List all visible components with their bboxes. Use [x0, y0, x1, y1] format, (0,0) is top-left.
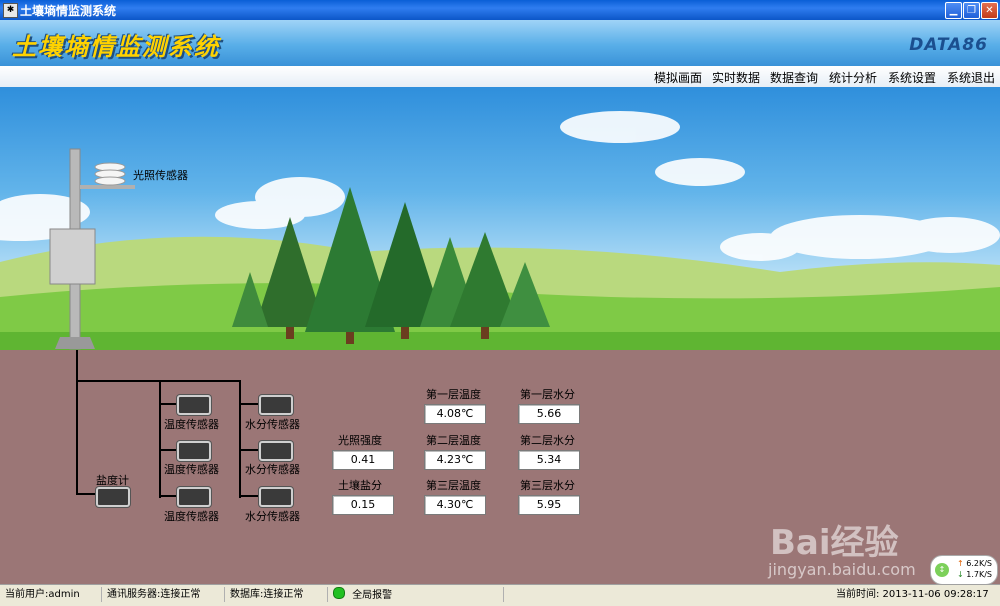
moisture-sensor-3-label: 水分传感器: [245, 510, 300, 523]
wire-moisture-3: [239, 495, 259, 497]
window-titlebar: ✱ 土壤墒情监测系统 ▁ ❐ ✕: [0, 0, 1000, 20]
soil-salinity-label: 土壤盐分: [338, 479, 382, 492]
download-speed-value: 1.7K/S: [966, 570, 992, 579]
menu-settings[interactable]: 系统设置: [888, 69, 936, 86]
moisture-layer-1-label: 第一层水分: [520, 388, 575, 401]
status-user: 当前用户:admin: [2, 587, 102, 602]
moisture-layer-2-label: 第二层水分: [520, 434, 575, 447]
moisture-sensor-3-device: [259, 487, 293, 507]
moisture-sensor-1-label: 水分传感器: [245, 418, 300, 431]
status-comm-server: 通讯服务器:连接正常: [104, 587, 225, 602]
wire-moisture-column: [239, 380, 241, 498]
wire-moisture-2: [239, 449, 259, 451]
temp-layer-2-value: 4.23℃: [424, 450, 486, 470]
status-time: 当前时间: 2013-11-06 09:28:17: [836, 589, 989, 600]
minimize-button[interactable]: ▁: [945, 2, 962, 19]
menu-bar: 模拟画面 实时数据 数据查询 统计分析 系统设置 系统退出: [0, 66, 1000, 88]
landscape-scene: 光照传感器: [0, 87, 1000, 350]
baidu-watermark-url: jingyan.baidu.com: [768, 560, 916, 579]
salinity-meter-label: 盐度计: [96, 474, 129, 487]
wire-temp-1: [159, 403, 177, 405]
app-title: 土壤墒情监测系统: [12, 33, 220, 61]
light-intensity-value: 0.41: [332, 450, 394, 470]
moisture-layer-1-value: 5.66: [518, 404, 580, 424]
alarm-indicator-icon: [333, 587, 345, 599]
moisture-sensor-1-device: [259, 395, 293, 415]
menu-statistics[interactable]: 统计分析: [829, 69, 877, 86]
network-speed-badge: ↕ ↑ 6.2K/S ↓ 1.7K/S: [930, 555, 998, 585]
control-cabinet: [49, 228, 96, 285]
wire-moisture-1: [239, 403, 259, 405]
wire-bus: [76, 380, 240, 382]
temp-layer-1-value: 4.08℃: [424, 404, 486, 424]
temp-layer-2-label: 第二层温度: [426, 434, 481, 447]
moisture-layer-3-value: 5.95: [518, 495, 580, 515]
wire-temp-3: [159, 495, 177, 497]
temp-layer-1-label: 第一层温度: [426, 388, 481, 401]
status-alarm: 全局报警: [330, 587, 504, 602]
close-button[interactable]: ✕: [981, 2, 998, 19]
menu-realtime-data[interactable]: 实时数据: [712, 69, 760, 86]
menu-data-query[interactable]: 数据查询: [770, 69, 818, 86]
baidu-watermark-logo: Bai经验: [770, 523, 899, 563]
temp-sensor-2-label: 温度传感器: [164, 463, 219, 476]
window-title: 土壤墒情监测系统: [20, 4, 117, 18]
download-arrow-icon: ↓: [957, 570, 964, 579]
wire-temp-2: [159, 449, 177, 451]
light-sensor-label: 光照传感器: [133, 169, 188, 182]
temp-sensor-3-device: [177, 487, 211, 507]
moisture-sensor-2-device: [259, 441, 293, 461]
app-icon[interactable]: ✱: [3, 3, 18, 18]
temp-layer-3-value: 4.30℃: [424, 495, 486, 515]
wire-salinity: [76, 493, 96, 495]
menu-simulation[interactable]: 模拟画面: [654, 69, 702, 86]
wire-temp-column: [159, 380, 161, 498]
salinity-meter-device: [96, 487, 130, 507]
temp-sensor-1-label: 温度传感器: [164, 418, 219, 431]
upload-speed-value: 6.2K/S: [966, 559, 992, 568]
landscape-illustration: [0, 111, 1000, 350]
moisture-layer-2-value: 5.34: [518, 450, 580, 470]
status-bar: 当前用户:admin 通讯服务器:连接正常 数据库:连接正常 全局报警 当前时间…: [0, 584, 1000, 606]
menu-exit[interactable]: 系统退出: [947, 69, 995, 86]
restore-button[interactable]: ❐: [963, 2, 980, 19]
upload-speed: ↑ 6.2K/S: [957, 559, 992, 568]
status-database: 数据库:连接正常: [227, 587, 328, 602]
download-speed: ↓ 1.7K/S: [957, 570, 992, 579]
light-sensor-shield: [94, 162, 126, 186]
soil-salinity-value: 0.15: [332, 495, 394, 515]
light-intensity-label: 光照强度: [338, 434, 382, 447]
header-banner: 土壤墒情监测系统 DATA86: [0, 20, 1000, 67]
brand-logo: DATA86: [909, 35, 988, 55]
upload-arrow-icon: ↑: [957, 559, 964, 568]
temp-sensor-1-device: [177, 395, 211, 415]
network-icon: ↕: [935, 563, 949, 577]
temp-sensor-2-device: [177, 441, 211, 461]
wire-main: [76, 350, 78, 495]
moisture-layer-3-label: 第三层水分: [520, 479, 575, 492]
moisture-sensor-2-label: 水分传感器: [245, 463, 300, 476]
alarm-label: 全局报警: [352, 590, 393, 601]
temp-sensor-3-label: 温度传感器: [164, 510, 219, 523]
temp-layer-3-label: 第三层温度: [426, 479, 481, 492]
